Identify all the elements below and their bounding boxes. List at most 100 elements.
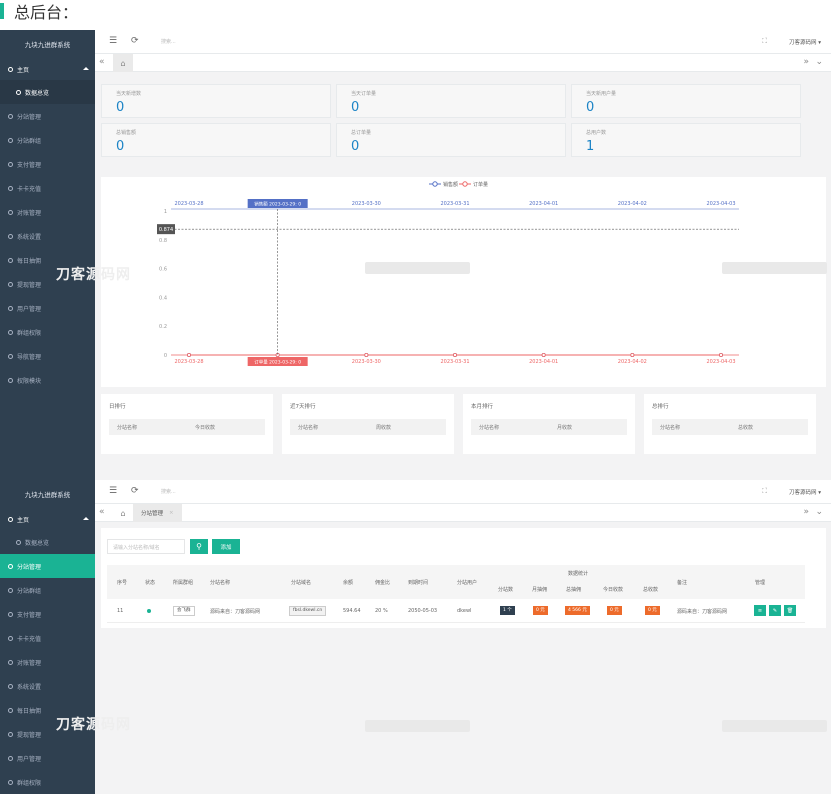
tab-home[interactable]: ⌂ [113, 54, 133, 72]
search-input[interactable]: 搜索... [161, 488, 176, 495]
list-button[interactable]: ≡ [754, 605, 766, 616]
stat-label: 当天新增数 [116, 91, 142, 97]
cell-name: 源码来自：刀客源码网 [210, 609, 261, 615]
series-point [452, 352, 457, 357]
nav-item-icon [8, 185, 13, 191]
column-header: 佣金比 [375, 580, 391, 586]
ranking-header: 分站名称 周收款 [290, 419, 446, 435]
close-icon[interactable]: × [169, 510, 174, 516]
nav-item[interactable]: 群组权限 [0, 770, 95, 794]
tabs-scroll-right-icon[interactable]: » [803, 57, 809, 67]
nav-item[interactable]: 系统设置 [0, 224, 95, 248]
nav-item[interactable]: 权限模块 [0, 368, 95, 392]
menu-toggle-icon[interactable]: ☰ [109, 486, 117, 496]
ranking-col-name: 分站名称 [660, 425, 681, 431]
nav-item-icon [8, 731, 13, 737]
tabs-menu-icon[interactable]: ⌄ [815, 507, 823, 517]
total-income-badge: 0 元 [645, 606, 660, 615]
tabs-scroll-right-icon[interactable]: » [803, 507, 809, 517]
stat-value: 0 [351, 139, 360, 154]
domain-tag[interactable]: fbsl.dkewl.cn [289, 606, 327, 616]
nav-item[interactable]: 数据总览 [0, 80, 95, 104]
nav-item[interactable]: 群组权限 [0, 320, 95, 344]
nav-item-icon [8, 707, 13, 713]
nav-item[interactable]: 系统设置 [0, 674, 95, 698]
nav-item-icon [8, 137, 13, 143]
tab-substation[interactable]: 分站管理 × [133, 504, 182, 522]
search-field[interactable]: 请输入分站名称/域名 [107, 539, 185, 554]
nav-item[interactable]: 用户管理 [0, 296, 95, 320]
nav-item[interactable]: 数据总览 [0, 530, 95, 554]
nav-item[interactable]: 支付管理 [0, 152, 95, 176]
bottom-x-tick-label: 2023-04-02 [618, 359, 647, 365]
nav-item[interactable]: 用户管理 [0, 746, 95, 770]
search-button[interactable]: ⚲ [190, 539, 208, 554]
nav-item[interactable]: 分站群组 [0, 578, 95, 602]
stat-card: 总销售额 0 [101, 123, 331, 157]
nav-item-icon [8, 683, 13, 689]
column-group-header: 数据统计 [568, 571, 589, 577]
stat-label: 总销售额 [116, 130, 137, 136]
nav-item-label: 分站群组 [17, 137, 42, 145]
search-icon: ⚲ [196, 542, 202, 551]
ranking-col-amount: 今日收款 [195, 425, 216, 431]
nav-item-icon [8, 233, 13, 239]
user-menu[interactable]: 刀客源码网 ▾ [789, 38, 821, 46]
brand-title: 九块九进群系统 [24, 491, 71, 499]
nav-item[interactable]: 卡卡充值 [0, 176, 95, 200]
nav-item-icon [8, 563, 13, 569]
legend-label: 销售额 [443, 181, 458, 188]
edit-button[interactable]: ✎ [769, 605, 781, 616]
stat-value: 0 [351, 100, 360, 115]
nav-item-icon [8, 329, 13, 335]
delete-button[interactable]: 🗑 [784, 605, 796, 616]
fullscreen-icon[interactable]: ⛶ [762, 37, 767, 46]
brand-title: 九块九进群系统 [24, 41, 71, 49]
nav-item[interactable]: 分站群组 [0, 128, 95, 152]
bottom-x-tick-label: 2023-03-28 [174, 359, 203, 365]
y-tick-label: 0.8 [159, 238, 167, 244]
crosshair-value: 0.874 [159, 227, 173, 233]
nav-item-label: 群组权限 [17, 329, 42, 337]
tabs-scroll-left-icon[interactable]: « [99, 507, 105, 517]
nav-item-icon [8, 161, 13, 167]
fullscreen-icon[interactable]: ⛶ [762, 487, 767, 496]
top-x-tick-label: 2023-04-02 [618, 201, 647, 207]
nav-item-label: 卡卡充值 [17, 635, 42, 643]
nav-item-icon [8, 587, 13, 593]
home-icon: ⌂ [120, 508, 126, 518]
main-content: 请输入分站名称/域名 ⚲ 添加 序号 状态 所属群组 分站名称 分站域名 余额 佣金比 到期时… [95, 522, 831, 794]
column-header: 所属群组 [173, 580, 194, 586]
substation-count-badge: 1 个 [500, 606, 515, 615]
bottom-x-tick-label: 2023-04-01 [529, 359, 558, 365]
search-input[interactable]: 搜索... [161, 38, 176, 45]
nav-item[interactable]: 分站管理 [0, 104, 95, 128]
add-button[interactable]: 添加 [212, 539, 240, 554]
tabs-scroll-left-icon[interactable]: « [99, 57, 105, 67]
nav-item[interactable]: 导航管理 [0, 344, 95, 368]
nav-group-home[interactable]: 主页 [0, 508, 95, 530]
nav-item[interactable]: 支付管理 [0, 602, 95, 626]
series-point [364, 352, 369, 357]
nav-item-icon [8, 755, 13, 761]
column-header: 分站用户 [457, 580, 478, 586]
nav-item[interactable]: 对账管理 [0, 650, 95, 674]
nav-group-label: 主页 [17, 516, 30, 524]
ranking-title: 本月排行 [471, 404, 494, 410]
refresh-icon[interactable]: ⟳ [131, 486, 139, 496]
nav-item-label: 对账管理 [17, 209, 42, 217]
nav-group-home[interactable]: 主页 [0, 58, 95, 80]
tab-home[interactable]: ⌂ [113, 504, 133, 522]
nav-item-label: 支付管理 [17, 611, 42, 619]
nav-item-icon [16, 539, 21, 545]
menu-toggle-icon[interactable]: ☰ [109, 36, 117, 46]
nav-item[interactable]: 分站管理 [0, 554, 95, 578]
nav-item[interactable]: 卡卡充值 [0, 626, 95, 650]
tabs-menu-icon[interactable]: ⌄ [815, 57, 823, 67]
status-dot [147, 609, 151, 613]
nav-item[interactable]: 对账管理 [0, 200, 95, 224]
refresh-icon[interactable]: ⟳ [131, 36, 139, 46]
home-icon: ⌂ [120, 58, 126, 68]
user-menu[interactable]: 刀客源码网 ▾ [789, 488, 821, 496]
nav-item-icon [8, 113, 13, 119]
